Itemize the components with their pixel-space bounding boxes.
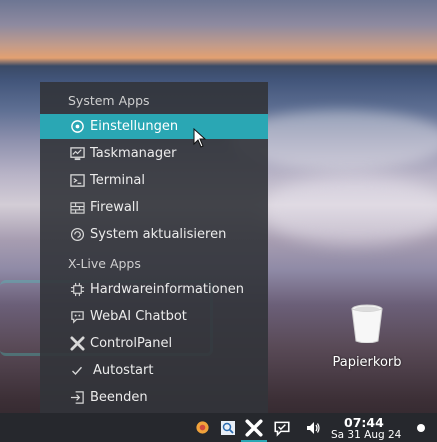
- menu-item-label: Beenden: [90, 390, 148, 405]
- menu-item-label: WebAI Chatbot: [90, 309, 187, 324]
- menu-item-firewall[interactable]: Firewall: [40, 195, 268, 220]
- clock-date[interactable]: Sa 31 Aug 24: [331, 429, 401, 441]
- menu-item-autostart[interactable]: Autostart: [40, 358, 268, 383]
- task-manager-icon: [69, 146, 85, 162]
- menu-item-label: System aktualisieren: [90, 227, 227, 242]
- x-logo-icon: [245, 418, 263, 437]
- section-xlive-apps: X-Live Apps: [68, 256, 141, 271]
- control-panel-icon: [69, 336, 85, 352]
- menu-item-einstellungen[interactable]: Einstellungen: [40, 114, 268, 139]
- taskbar: 07:44 Sa 31 Aug 24: [0, 413, 437, 442]
- tray-search-icon[interactable]: [218, 413, 238, 442]
- clock-time[interactable]: 07:44: [344, 415, 384, 430]
- magnifier-icon: [221, 420, 235, 435]
- tray-volume-icon[interactable]: [302, 413, 324, 442]
- menu-item-label: Autostart: [93, 363, 154, 378]
- start-menu: System Apps Einstellungen Taskmanager Te…: [40, 82, 268, 413]
- menu-item-beenden[interactable]: Beenden: [40, 385, 268, 410]
- hardware-chip-icon: [69, 282, 85, 298]
- chat-bubble-icon: [274, 421, 290, 437]
- update-icon: [69, 227, 85, 243]
- wallpaper-wave: [260, 175, 437, 245]
- chatbot-icon: [69, 309, 85, 325]
- menu-item-system-aktualisieren[interactable]: System aktualisieren: [40, 222, 268, 247]
- mouse-cursor-icon: [193, 128, 207, 148]
- speaker-icon: [307, 421, 320, 434]
- tray-chatbot-icon[interactable]: [270, 413, 294, 442]
- tray-x-live-icon[interactable]: [242, 413, 266, 442]
- trash-label[interactable]: Papierkorb: [322, 355, 412, 370]
- menu-item-label: Firewall: [90, 200, 140, 215]
- colorful-app-icon: [195, 421, 209, 434]
- tray-app-icon[interactable]: [192, 413, 212, 442]
- circle-dot-icon: [417, 423, 425, 432]
- section-system-apps: System Apps: [68, 93, 150, 108]
- menu-item-webai-chatbot[interactable]: WebAI Chatbot: [40, 304, 268, 329]
- checkmark-icon: [69, 363, 85, 379]
- exit-icon: [69, 390, 85, 406]
- settings-icon: [69, 119, 85, 135]
- trash-icon[interactable]: [350, 303, 384, 343]
- menu-item-label: ControlPanel: [90, 336, 173, 351]
- firewall-icon: [69, 200, 85, 216]
- menu-item-label: Terminal: [90, 173, 145, 188]
- menu-item-controlpanel[interactable]: ControlPanel: [40, 331, 268, 356]
- menu-item-hardwareinformationen[interactable]: Hardwareinformationen: [40, 277, 268, 302]
- terminal-icon: [69, 173, 85, 189]
- menu-item-label: Taskmanager: [90, 146, 177, 161]
- tray-power-icon[interactable]: [412, 413, 430, 442]
- menu-item-label: Hardwareinformationen: [90, 282, 245, 297]
- menu-item-label: Einstellungen: [90, 119, 179, 134]
- menu-item-taskmanager[interactable]: Taskmanager: [40, 141, 268, 166]
- menu-item-terminal[interactable]: Terminal: [40, 168, 268, 193]
